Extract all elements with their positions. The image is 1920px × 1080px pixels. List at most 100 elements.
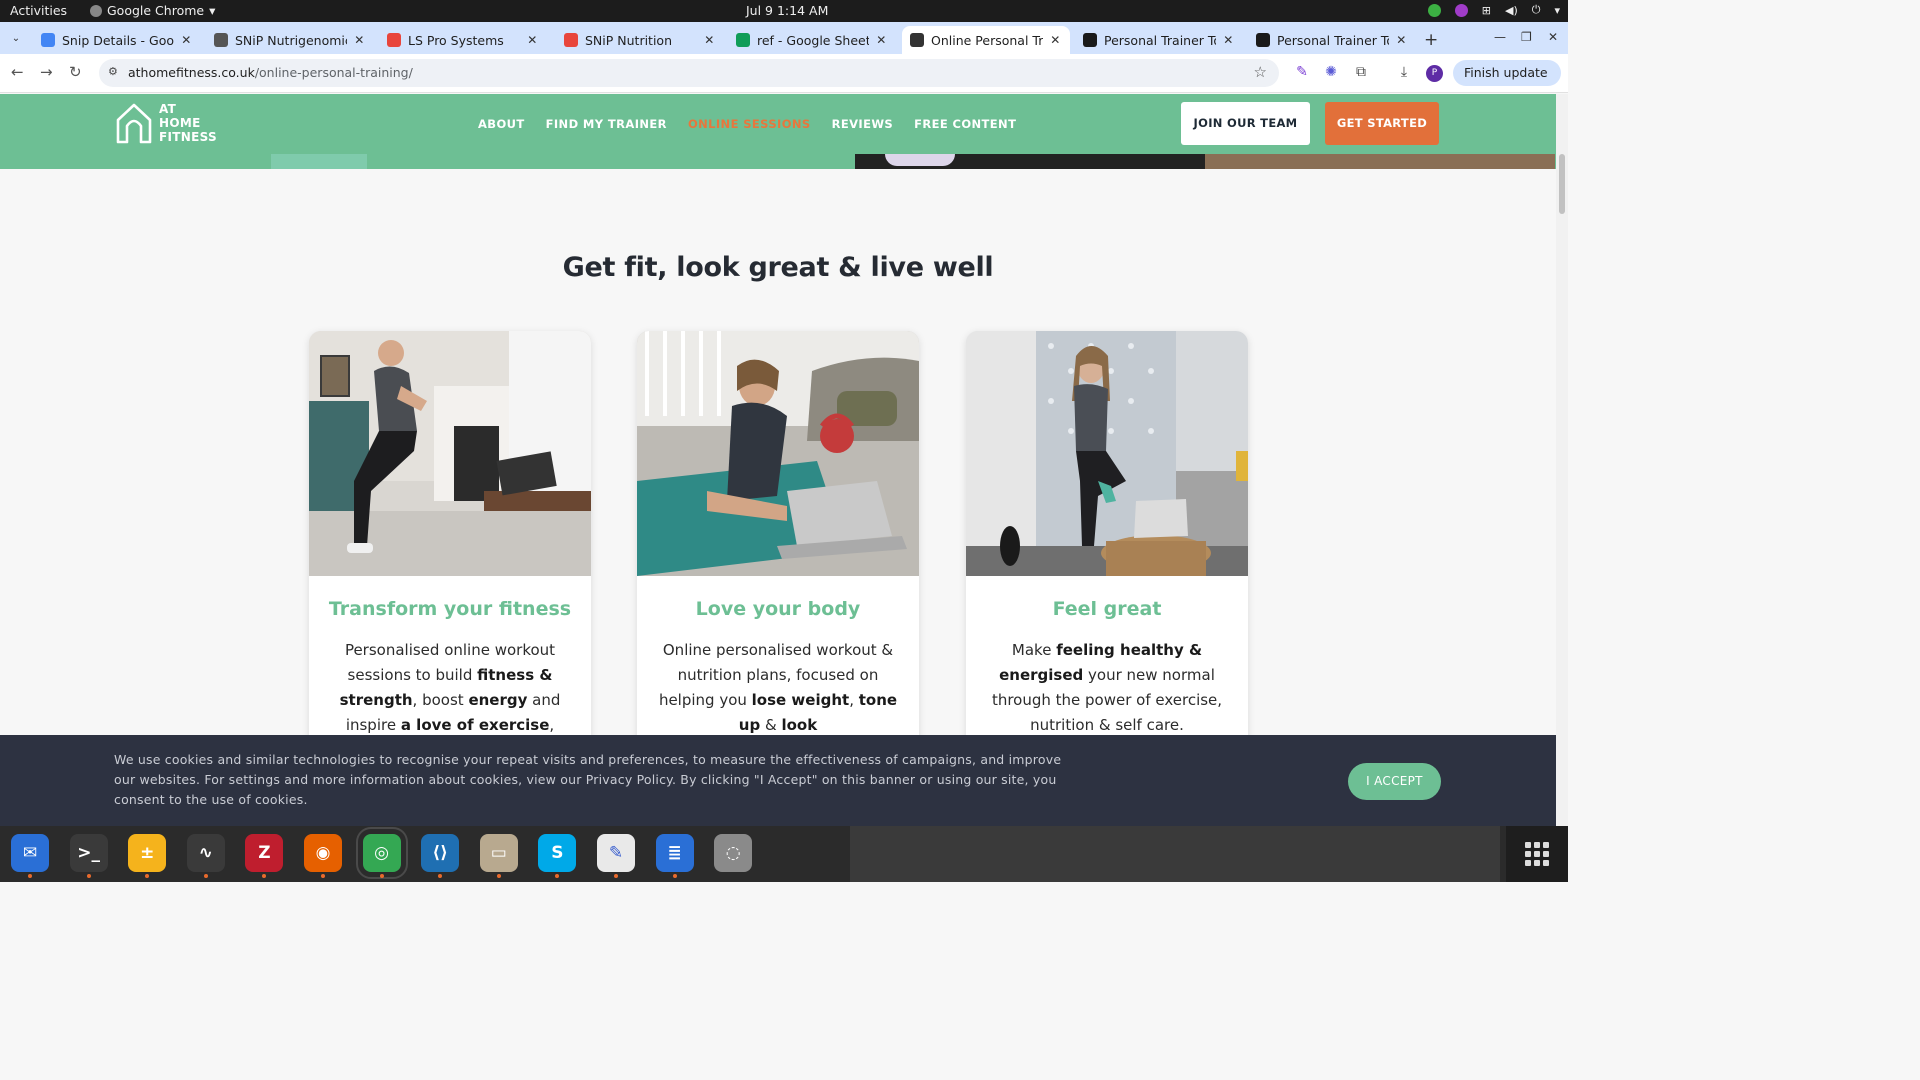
dock-disks-icon[interactable]: ◌ — [714, 834, 753, 872]
tab-close-icon[interactable]: ✕ — [1395, 33, 1408, 47]
card-photo-squat — [309, 331, 591, 576]
tab-title: LS Pro Systems — [408, 32, 504, 48]
download-icon[interactable]: ⤓ — [1396, 64, 1412, 80]
color-picker-icon[interactable] — [1454, 3, 1468, 17]
tab-close-icon[interactable]: ✕ — [526, 33, 539, 47]
running-indicator — [145, 874, 150, 878]
feature-card-body: Love your body Online personalised worko… — [637, 331, 919, 751]
dock-system-monitor-icon[interactable]: ∿ — [186, 834, 225, 878]
dock-firefox-icon[interactable]: ◉ — [304, 834, 342, 878]
card-description: Personalised online workout sessions to … — [325, 638, 575, 738]
network-icon[interactable]: ⊞ — [1482, 4, 1491, 17]
url-text[interactable]: athomefitness.co.uk/online-personal-trai… — [128, 65, 413, 80]
dock-glyph: S — [551, 843, 564, 863]
dock-thunderbird-icon[interactable]: ✉ — [11, 834, 49, 878]
dock-files-icon[interactable]: ▭ — [479, 834, 518, 878]
nav-about[interactable]: ABOUT — [478, 117, 525, 131]
tab-close-icon[interactable]: ✕ — [1222, 33, 1235, 47]
running-indicator — [496, 874, 501, 878]
running-indicator — [672, 874, 677, 878]
card-photo-plank — [637, 331, 919, 576]
finish-update-button[interactable]: Finish update ⋮ — [1453, 60, 1561, 106]
tab-close-icon[interactable]: ✕ — [703, 33, 716, 47]
browser-tab-strip: ⌄ Snip Details - Google✕SNiP Nutrigenomi… — [0, 22, 1568, 54]
cookie-text: We use cookies and similar technologies … — [114, 752, 1062, 807]
tab-favicon-icon — [1256, 33, 1270, 47]
bookmark-star-icon[interactable]: ☆ — [1254, 63, 1267, 81]
browser-tab[interactable]: Snip Details - Google ✕ — [33, 26, 201, 54]
volume-icon[interactable]: ◀) — [1505, 4, 1518, 17]
chevron-down-icon[interactable]: ▾ — [1554, 4, 1560, 17]
profile-avatar[interactable]: P — [1426, 65, 1443, 82]
caret-down-icon: ▾ — [209, 3, 216, 18]
tab-close-icon[interactable]: ✕ — [1049, 33, 1062, 47]
browser-tab[interactable]: Online Personal Trai ✕ — [902, 26, 1070, 54]
browser-tab[interactable]: SNiP Nutrigenomics ✕ — [206, 26, 374, 54]
dock-calculator-icon[interactable]: ± — [128, 834, 167, 878]
chrome-icon — [90, 4, 102, 17]
emphasis-text: energy — [468, 691, 528, 709]
back-button[interactable]: ← — [11, 63, 24, 81]
card-description: Online personalised workout & nutrition … — [653, 638, 903, 738]
clock[interactable]: Jul 9 1:14 AM — [746, 3, 828, 18]
site-info-icon[interactable]: ⚙ — [108, 65, 118, 78]
dock-glyph: ◌ — [725, 843, 741, 863]
forward-button[interactable]: → — [40, 63, 53, 81]
extensions-puzzle-icon[interactable]: ⧉ — [1353, 64, 1369, 80]
browser-tab[interactable]: Personal Trainer Tor ✕ — [1248, 26, 1416, 54]
cookie-banner: We use cookies and similar technologies … — [0, 735, 1556, 826]
body-text: , — [849, 691, 859, 709]
nav-free-content[interactable]: FREE CONTENT — [914, 117, 1016, 131]
tab-search-button[interactable]: ⌄ — [6, 28, 26, 48]
card-photo-knee-raise — [966, 331, 1248, 576]
app-menu[interactable]: Google Chrome ▾ — [90, 3, 215, 18]
reload-button[interactable]: ↻ — [69, 63, 82, 81]
close-window-icon[interactable]: ✕ — [1548, 30, 1558, 44]
browser-tab[interactable]: SNiP Nutrition ✕ — [556, 26, 724, 54]
nav-reviews[interactable]: REVIEWS — [832, 117, 894, 131]
join-our-team-button[interactable]: JOIN OUR TEAM — [1181, 102, 1310, 145]
power-icon[interactable]: ⏻ — [1532, 3, 1541, 17]
site-header: AT HOME FITNESS ABOUT FIND MY TRAINER ON… — [0, 94, 1556, 169]
page-scrollbar[interactable] — [1556, 94, 1568, 826]
tab-close-icon[interactable]: ✕ — [180, 33, 193, 47]
pen-extension-icon[interactable]: ✎ — [1294, 64, 1310, 80]
tab-close-icon[interactable]: ✕ — [875, 33, 888, 47]
browser-tab[interactable]: Personal Trainer Tor ✕ — [1075, 26, 1243, 54]
dock-terminal-icon[interactable]: >_ — [69, 834, 108, 878]
dock-vscode-icon[interactable]: ⟨⟩ — [421, 834, 460, 878]
card-title: Feel great — [1052, 598, 1162, 620]
feature-card-feel-great: Feel great Make feeling healthy & energi… — [966, 331, 1248, 751]
status-ok-icon[interactable] — [1427, 3, 1441, 17]
site-logo[interactable]: AT HOME FITNESS — [115, 102, 217, 144]
address-bar[interactable]: ⚙ athomefitness.co.uk/online-personal-tr… — [99, 59, 1279, 87]
dock-glyph: Z — [258, 843, 271, 863]
show-applications-button[interactable] — [1506, 826, 1568, 882]
browser-tab[interactable]: LS Pro Systems ✕ — [379, 26, 547, 54]
minimize-icon[interactable]: — — [1494, 30, 1506, 44]
nav-find-my-trainer[interactable]: FIND MY TRAINER — [546, 117, 667, 131]
emphasis-text: lose weight — [751, 691, 850, 709]
grid-icon — [1525, 842, 1549, 866]
card-title: Love your body — [695, 598, 861, 620]
dock-chrome-icon[interactable]: ◎ — [355, 827, 408, 879]
restore-icon[interactable]: ❐ — [1521, 30, 1532, 44]
activities-button[interactable]: Activities — [10, 3, 67, 18]
tab-favicon-icon — [910, 33, 924, 47]
tab-close-icon[interactable]: ✕ — [353, 33, 366, 47]
system-tray[interactable]: ⊞ ◀) ⏻ ▾ — [1427, 3, 1560, 17]
cookie-accept-button[interactable]: I ACCEPT — [1348, 763, 1441, 800]
new-tab-button[interactable]: + — [1424, 30, 1438, 50]
browser-toolbar: ← → ↻ ⚙ athomefitness.co.uk/online-perso… — [0, 54, 1568, 106]
dock-filezilla-icon[interactable]: Z — [245, 834, 284, 878]
dock-text-editor-icon[interactable]: ✎ — [597, 834, 635, 878]
scrollbar-thumb[interactable] — [1559, 154, 1565, 214]
dock-libreoffice-writer-icon[interactable]: ≣ — [655, 834, 694, 878]
gear-extension-icon[interactable]: ✺ — [1323, 64, 1339, 80]
browser-tab[interactable]: ref - Google Sheets ✕ — [728, 26, 896, 54]
card-description: Make feeling healthy & energised your ne… — [982, 638, 1232, 738]
nav-online-sessions[interactable]: ONLINE SESSIONS — [688, 117, 811, 131]
get-started-button[interactable]: GET STARTED — [1325, 102, 1439, 145]
tab-favicon-icon — [736, 33, 750, 47]
dock-skype-icon[interactable]: S — [538, 834, 577, 878]
